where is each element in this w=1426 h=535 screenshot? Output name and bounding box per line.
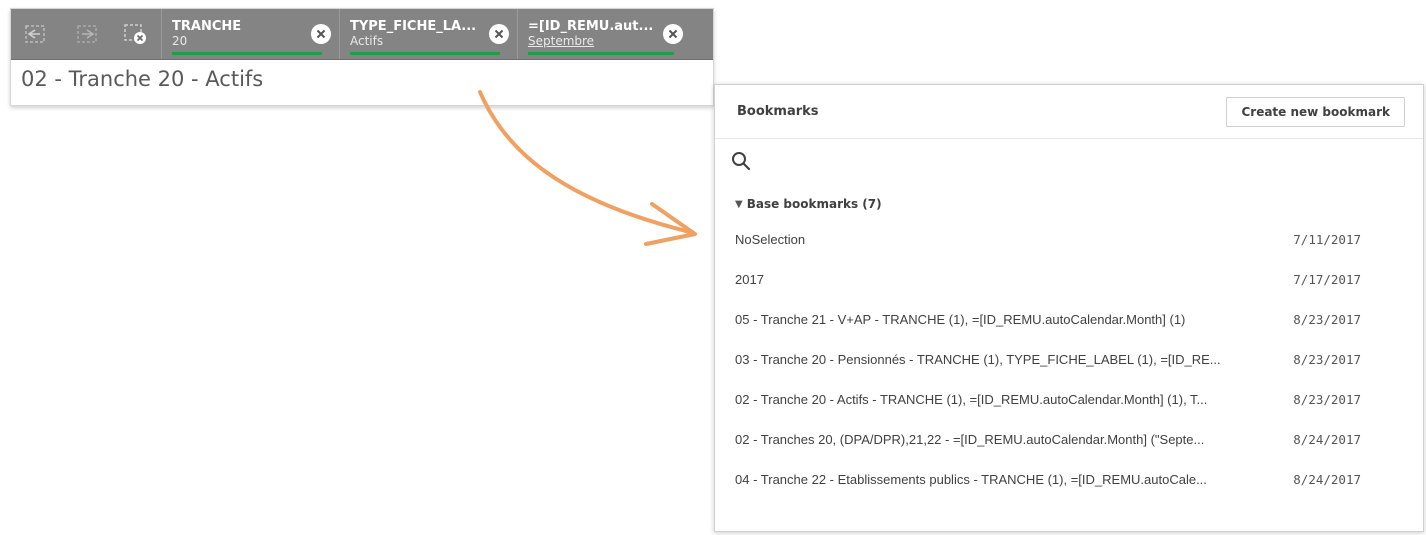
bookmark-item[interactable]: 03 - Tranche 20 - Pensionnés - TRANCHE (… <box>715 339 1423 379</box>
selection-underline <box>350 52 500 55</box>
clear-selections-icon <box>124 24 146 44</box>
sheet-panel: TRANCHE 20 TYPE_FICHE_LA... Actifs =[ID_… <box>10 8 714 106</box>
chip-value: Actifs <box>350 34 384 48</box>
chip-field-label: TRANCHE <box>172 19 242 34</box>
bookmarks-header: Bookmarks Create new bookmark <box>715 85 1423 139</box>
clear-selections-button[interactable] <box>111 9 161 59</box>
create-bookmark-button[interactable]: Create new bookmark <box>1226 96 1405 127</box>
bookmark-date: 7/17/2017 <box>1293 271 1361 287</box>
bookmark-list: NoSelection 7/11/2017 2017 7/17/2017 05 … <box>715 219 1423 499</box>
bookmark-name: 04 - Tranche 22 - Etablissements publics… <box>735 471 1207 487</box>
bookmark-item[interactable]: 05 - Tranche 21 - V+AP - TRANCHE (1), =[… <box>715 299 1423 339</box>
bookmark-date: 7/11/2017 <box>1293 231 1361 247</box>
step-forward-icon <box>77 25 97 43</box>
sheet-title: 02 - Tranche 20 - Actifs <box>21 67 264 91</box>
close-icon[interactable] <box>311 24 331 44</box>
chip-value: Septembre <box>528 34 595 48</box>
bookmark-date: 8/23/2017 <box>1293 311 1361 327</box>
bookmark-item[interactable]: NoSelection 7/11/2017 <box>715 219 1423 259</box>
step-back-icon <box>25 25 45 43</box>
bookmark-name: 02 - Tranches 20, (DPA/DPR),21,22 - =[ID… <box>735 431 1205 447</box>
selection-chip-tranche[interactable]: TRANCHE 20 <box>161 9 339 59</box>
bookmark-item[interactable]: 02 - Tranche 20 - Actifs - TRANCHE (1), … <box>715 379 1423 419</box>
bookmark-group-header[interactable]: ▼ Base bookmarks (7) <box>715 189 1423 219</box>
bookmark-name: NoSelection <box>735 231 806 247</box>
bookmark-item[interactable]: 2017 7/17/2017 <box>715 259 1423 299</box>
bookmark-date: 8/23/2017 <box>1293 351 1361 367</box>
step-forward-button[interactable] <box>61 9 111 59</box>
bookmarks-title: Bookmarks <box>737 104 819 119</box>
selection-chip-type-fiche[interactable]: TYPE_FICHE_LA... Actifs <box>339 9 517 59</box>
bookmark-date: 8/23/2017 <box>1293 391 1361 407</box>
selection-underline <box>528 52 674 55</box>
bookmark-name: 05 - Tranche 21 - V+AP - TRANCHE (1), =[… <box>735 311 1186 327</box>
bookmark-item[interactable]: 02 - Tranches 20, (DPA/DPR),21,22 - =[ID… <box>715 419 1423 459</box>
bookmark-name: 2017 <box>735 271 764 287</box>
bookmark-date: 8/24/2017 <box>1293 471 1361 487</box>
close-icon[interactable] <box>489 24 509 44</box>
bookmark-date: 8/24/2017 <box>1293 431 1361 447</box>
search-icon[interactable] <box>731 151 751 171</box>
chip-field-label: TYPE_FICHE_LA... <box>350 19 477 34</box>
selection-underline <box>172 52 322 55</box>
bookmark-item[interactable]: 04 - Tranche 22 - Etablissements publics… <box>715 459 1423 499</box>
chip-field-label: =[ID_REMU.aut... <box>528 19 654 34</box>
selections-toolbar: TRANCHE 20 TYPE_FICHE_LA... Actifs =[ID_… <box>11 9 713 60</box>
bookmark-name: 03 - Tranche 20 - Pensionnés - TRANCHE (… <box>735 351 1221 367</box>
step-back-button[interactable] <box>11 9 61 59</box>
bookmark-group-label: Base bookmarks (7) <box>746 197 882 211</box>
bookmark-name: 02 - Tranche 20 - Actifs - TRANCHE (1), … <box>735 391 1208 407</box>
bookmarks-panel: Bookmarks Create new bookmark ▼ Base boo… <box>714 84 1424 532</box>
bookmark-search[interactable] <box>715 139 1423 183</box>
close-icon[interactable] <box>663 24 683 44</box>
collapse-triangle-icon: ▼ <box>735 198 743 210</box>
chip-value: 20 <box>172 34 188 48</box>
selection-chip-month[interactable]: =[ID_REMU.aut... Septembre <box>517 9 691 59</box>
